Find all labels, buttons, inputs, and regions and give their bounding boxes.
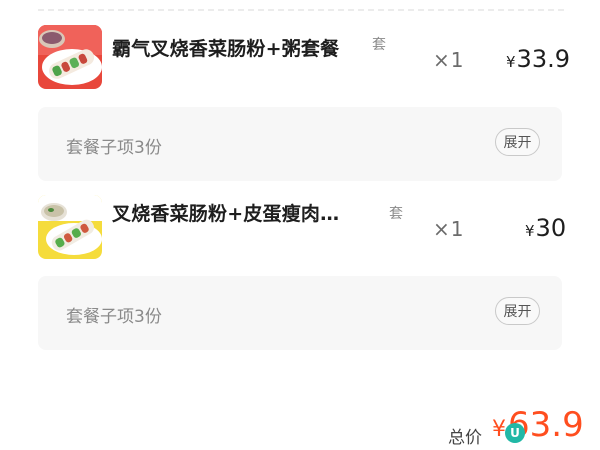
currency-symbol: ¥ — [525, 222, 535, 240]
currency-symbol: ¥ — [506, 53, 516, 71]
price-value: 30 — [535, 214, 567, 242]
sub-items-label: 套餐子项3份 — [66, 138, 162, 158]
total-label: 总价 — [448, 428, 482, 448]
rice-noodle-roll-with-congee-image — [38, 25, 102, 89]
sub-items-panel: 套餐子项3份 展开 — [38, 276, 562, 350]
watermark-logo-icon: U — [505, 423, 525, 443]
watermark: U — [505, 421, 585, 445]
order-detail-page: 霸气叉烧香菜肠粉+粥套餐 套 ×1 ¥33.9 套餐子项3份 展开 叉烧香菜肠粉… — [0, 0, 600, 450]
sub-items-label: 套餐子项3份 — [66, 307, 162, 327]
price-value: 33.9 — [516, 45, 570, 73]
sub-items-panel: 套餐子项3份 展开 — [38, 107, 562, 181]
expand-button[interactable]: 展开 — [495, 128, 540, 156]
item-quantity: ×1 — [433, 48, 465, 72]
item-price: ¥33.9 — [506, 45, 570, 73]
item-price: ¥30 — [525, 214, 566, 242]
combo-tag: 套 — [372, 37, 386, 53]
item-title: 霸气叉烧香菜肠粉+粥套餐 — [112, 38, 340, 60]
dashed-divider — [38, 9, 564, 11]
currency-symbol: ¥ — [492, 417, 506, 442]
item-quantity: ×1 — [433, 217, 465, 241]
item-title: 叉烧香菜肠粉+皮蛋瘦肉… — [112, 203, 340, 225]
combo-tag: 套 — [389, 206, 403, 222]
expand-button[interactable]: 展开 — [495, 297, 540, 325]
rice-noodle-roll-with-century-egg-congee-image — [38, 195, 102, 259]
